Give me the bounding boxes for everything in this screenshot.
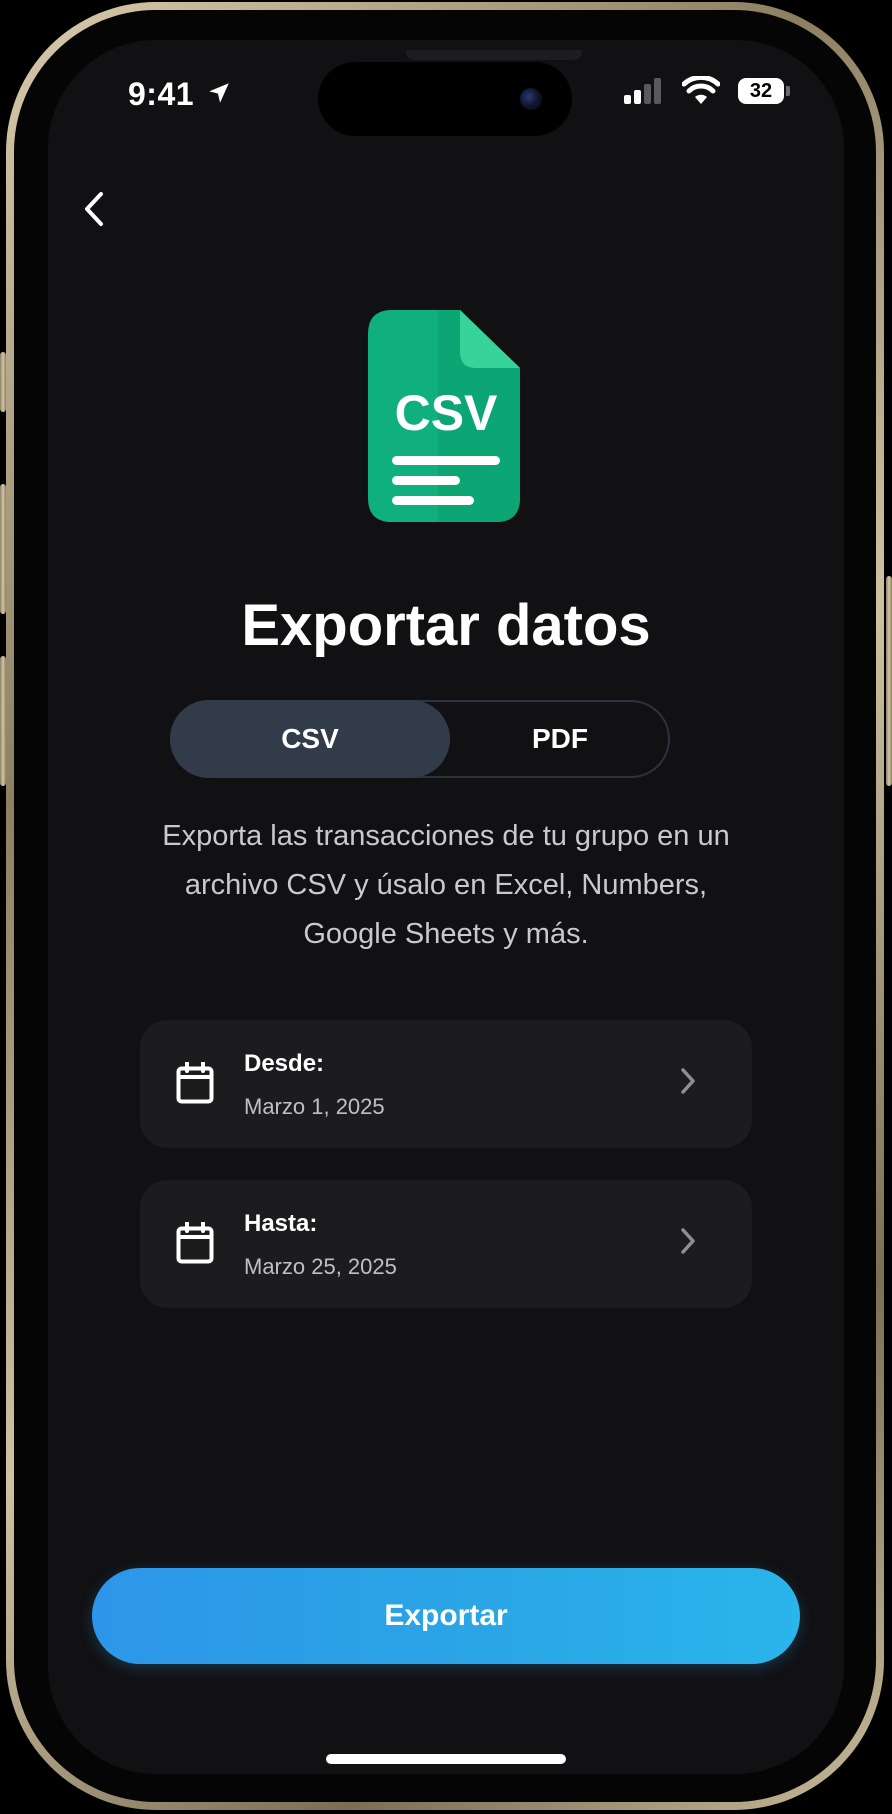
status-time: 9:41	[128, 76, 195, 112]
format-toggle: CSV PDF	[170, 700, 670, 778]
volume-up-button	[0, 484, 6, 614]
page-title: Exportar datos	[241, 593, 651, 658]
calendar-icon	[176, 1062, 214, 1104]
export-button[interactable]: Exportar	[92, 1568, 800, 1664]
camera-icon	[520, 88, 542, 110]
date-from-label: Desde:	[244, 1050, 325, 1077]
power-button	[886, 576, 892, 786]
location-arrow-icon	[209, 83, 229, 103]
description: Exporta las transacciones de tu grupo en…	[128, 812, 764, 959]
chevron-left-icon	[85, 192, 103, 226]
back-button[interactable]	[70, 184, 120, 234]
volume-down-button	[0, 656, 6, 786]
chevron-right-icon	[681, 1228, 695, 1254]
wifi-icon	[682, 76, 720, 104]
battery-tip	[786, 86, 790, 96]
chevron-right-icon	[681, 1068, 695, 1094]
date-to-value: Marzo 25, 2025	[244, 1254, 397, 1279]
date-to-label: Hasta:	[244, 1210, 318, 1237]
csv-file-label: CSV	[395, 385, 498, 441]
description-line: archivo CSV y úsalo en Excel, Numbers,	[184, 869, 708, 901]
action-button	[0, 352, 6, 412]
date-from-value: Marzo 1, 2025	[244, 1094, 385, 1119]
battery-icon: 32	[738, 78, 784, 104]
date-to-row[interactable]: Hasta: Marzo 25, 2025	[140, 1180, 752, 1308]
description-line: Exporta las transacciones de tu grupo en…	[162, 820, 730, 852]
app-screen: 9:41 32 CSV Exportar datos CSV PDF Expor…	[48, 40, 844, 1774]
date-from-row[interactable]: Desde: Marzo 1, 2025	[140, 1020, 752, 1148]
home-indicator[interactable]	[326, 1754, 566, 1764]
dynamic-island	[318, 62, 572, 136]
speaker-grille	[406, 50, 582, 60]
cellular-signal-icon	[624, 78, 661, 104]
calendar-icon	[176, 1222, 214, 1264]
format-option-csv[interactable]: CSV	[170, 700, 450, 778]
description-line: Google Sheets y más.	[303, 918, 589, 950]
csv-file-icon: CSV	[368, 310, 520, 522]
format-option-pdf[interactable]: PDF	[450, 700, 670, 778]
